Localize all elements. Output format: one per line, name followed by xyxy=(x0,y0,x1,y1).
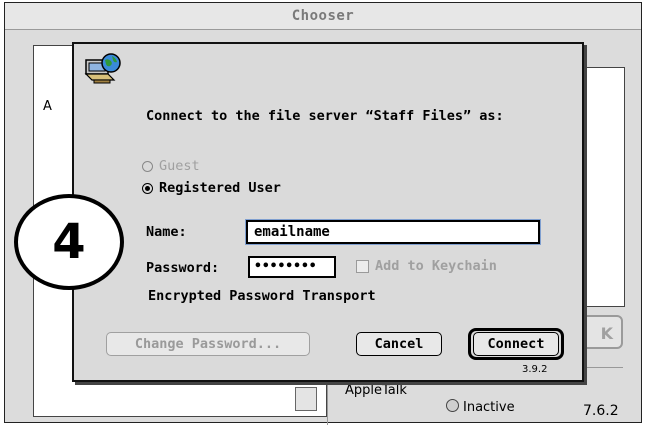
password-label: Password: xyxy=(146,260,220,276)
connect-dialog: Connect to the file server “Staff Files”… xyxy=(72,42,584,382)
name-field[interactable]: emailname xyxy=(246,220,540,244)
change-password-button[interactable]: Change Password... xyxy=(106,332,310,356)
step-number-badge: 4 xyxy=(14,194,124,290)
file-server-globe-icon xyxy=(84,53,121,84)
guest-label: Guest xyxy=(159,158,200,174)
chooser-server-list[interactable] xyxy=(579,67,625,307)
registered-user-radio[interactable]: Registered User xyxy=(142,180,281,196)
radio-selected-icon xyxy=(142,182,153,194)
chooser-list-partial-label: A xyxy=(43,99,52,114)
connect-button[interactable]: Connect xyxy=(473,332,559,356)
registered-user-label: Registered User xyxy=(159,180,281,196)
guest-radio[interactable]: Guest xyxy=(142,158,200,174)
chooser-version: 7.6.2 xyxy=(583,403,619,419)
chooser-scroll-arrow[interactable] xyxy=(295,387,317,411)
appletalk-label: AppleTalk xyxy=(345,383,407,398)
appletalk-inactive-radio[interactable]: Inactive xyxy=(446,399,515,415)
connect-prompt: Connect to the file server “Staff Files”… xyxy=(146,108,504,124)
checkbox-icon xyxy=(356,259,369,273)
name-label: Name: xyxy=(146,224,187,240)
add-to-keychain-label: Add to Keychain xyxy=(375,258,497,274)
dialog-version: 3.9.2 xyxy=(522,364,548,375)
cancel-button[interactable]: Cancel xyxy=(356,332,442,356)
chooser-title: Chooser xyxy=(5,3,641,30)
encrypted-transport-label: Encrypted Password Transport xyxy=(148,288,376,304)
connect-button-default-ring: Connect xyxy=(468,328,564,360)
inactive-label: Inactive xyxy=(463,400,515,415)
password-field[interactable]: •••••••• xyxy=(248,256,336,278)
radio-icon xyxy=(142,160,153,172)
radio-icon xyxy=(446,399,459,412)
add-to-keychain-checkbox[interactable]: Add to Keychain xyxy=(356,258,497,274)
